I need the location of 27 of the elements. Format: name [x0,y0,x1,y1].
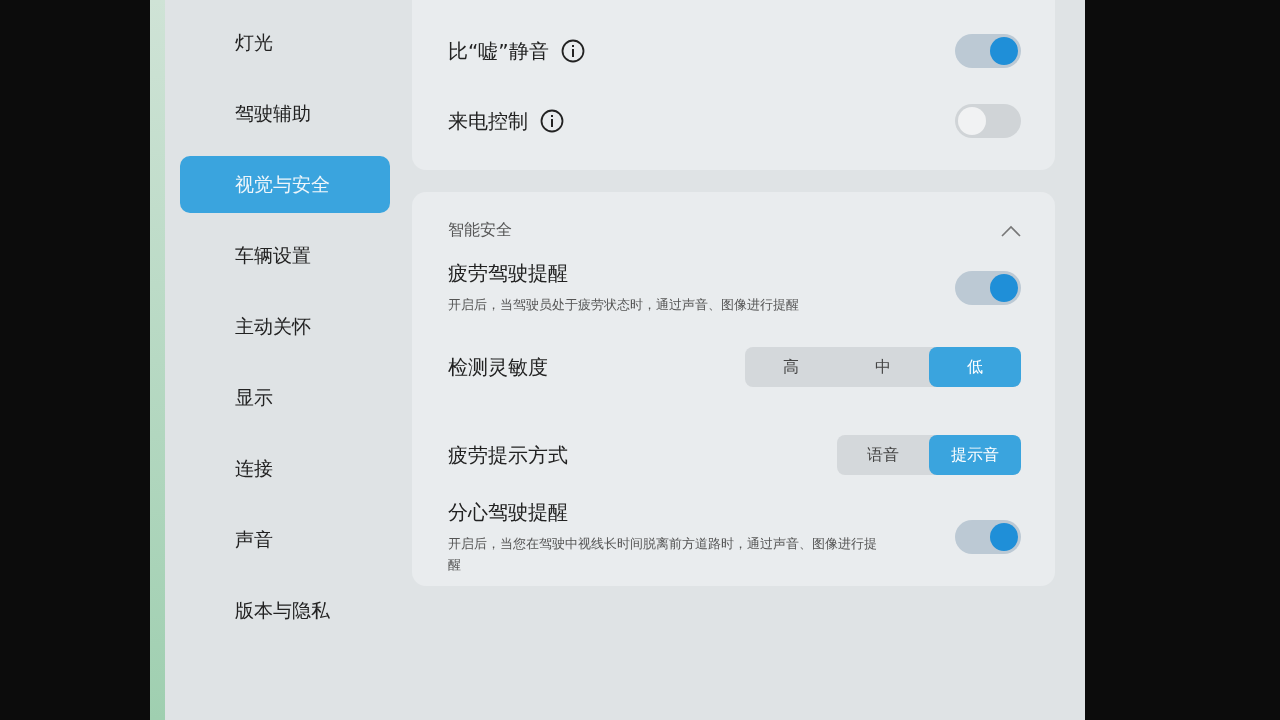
sidebar-item[interactable]: 声音 [180,511,390,568]
setting-label: 疲劳驾驶提醒 [448,260,568,288]
toggle-switch[interactable] [955,520,1021,555]
sidebar-item[interactable]: 显示 [180,369,390,426]
sidebar-item[interactable]: 版本与隐私 [180,582,390,639]
segment-option[interactable]: 高 [745,347,837,387]
sidebar-item[interactable]: 连接 [180,440,390,497]
toggle-switch[interactable] [955,104,1021,138]
setting-label: 疲劳提示方式 [448,441,568,469]
setting-label: 检测灵敏度 [448,353,548,381]
info-icon[interactable] [560,39,585,63]
setting-description: 开启后，当您在驾驶中视线长时间脱离前方道路时，通过声音、图像进行提醒 [448,535,878,574]
segment-option[interactable]: 语音 [837,435,929,475]
sidebar-item[interactable]: 车辆设置 [180,227,390,284]
toggle-switch[interactable] [955,271,1021,305]
sidebar-item[interactable]: 灯光 [180,14,390,71]
segment-option[interactable]: 中 [837,347,929,387]
chevron-up-icon[interactable] [1001,224,1021,237]
section-title: 智能安全 [448,220,512,241]
setting-label: 分心驾驶提醒 [448,499,568,526]
info-icon[interactable] [540,109,564,133]
toggle-switch[interactable] [955,34,1021,68]
setting-description: 开启后，当驾驶员处于疲劳状态时，通过声音、图像进行提醒 [448,296,799,315]
setting-label: 比“嘘”静音 [448,37,549,65]
setting-label: 来电控制 [448,107,528,135]
sidebar-item[interactable]: 驾驶辅助 [180,85,390,142]
sidebar-item[interactable]: 主动关怀 [180,298,390,355]
